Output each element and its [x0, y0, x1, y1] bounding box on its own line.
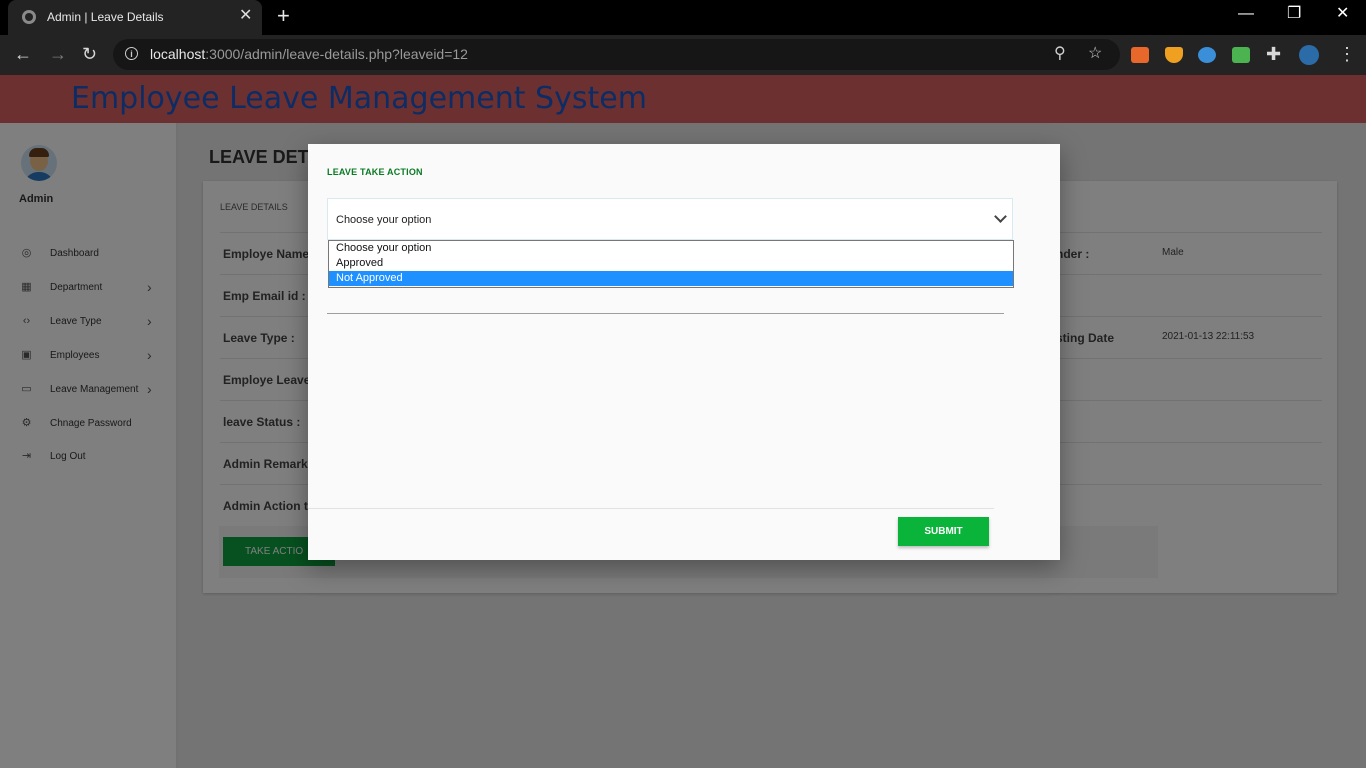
window-close-icon[interactable]: ✕	[1336, 4, 1349, 24]
site-info-icon[interactable]: i	[125, 47, 138, 60]
address-bar[interactable]: i localhost:3000/admin/leave-details.php…	[113, 39, 1120, 70]
minimize-icon[interactable]: —	[1238, 4, 1254, 24]
close-tab-icon[interactable]: ✕	[239, 8, 252, 24]
profile-avatar-icon[interactable]	[1299, 45, 1319, 65]
globe-icon	[22, 10, 36, 24]
option-not-approved[interactable]: Not Approved	[329, 271, 1013, 286]
select-value: Choose your option	[336, 214, 432, 226]
chevron-down-icon	[994, 210, 1007, 223]
status-dropdown-list: Choose your option Approved Not Approved	[328, 240, 1014, 288]
status-select[interactable]: Choose your option	[327, 198, 1013, 240]
option-choose[interactable]: Choose your option	[329, 241, 1013, 256]
url-text: localhost:3000/admin/leave-details.php?l…	[150, 46, 468, 62]
tab-title: Admin | Leave Details	[47, 10, 164, 24]
option-approved[interactable]: Approved	[329, 256, 1013, 271]
modal-footer-divider	[308, 508, 994, 509]
extension-owl-icon[interactable]	[1198, 47, 1216, 63]
extension-grid-icon[interactable]	[1232, 47, 1250, 63]
submit-button[interactable]: SUBMIT	[898, 517, 989, 546]
description-textarea[interactable]	[327, 313, 1004, 314]
zoom-icon[interactable]: ⚲	[1054, 45, 1066, 63]
browser-tab[interactable]: Admin | Leave Details ✕	[8, 0, 262, 35]
back-icon[interactable]: ←	[14, 44, 32, 64]
reload-icon[interactable]: ↻	[82, 44, 97, 64]
extension-chart-icon[interactable]	[1131, 47, 1149, 63]
forward-icon[interactable]: →	[49, 44, 67, 64]
take-action-modal: LEAVE TAKE ACTION Choose your option Cho…	[308, 144, 1060, 560]
bookmark-star-icon[interactable]: ☆	[1088, 45, 1102, 63]
extension-shield-icon[interactable]	[1165, 47, 1183, 63]
menu-kebab-icon[interactable]: ⋮	[1338, 44, 1356, 64]
restore-icon[interactable]: ❐	[1287, 4, 1301, 24]
extensions-puzzle-icon[interactable]: ✚	[1266, 44, 1281, 64]
browser-tab-bar: Admin | Leave Details ✕ + — ❐ ✕	[0, 0, 1366, 35]
modal-title: LEAVE TAKE ACTION	[327, 167, 423, 177]
new-tab-icon[interactable]: +	[277, 5, 290, 27]
browser-toolbar: ← → ↻ i localhost:3000/admin/leave-detai…	[0, 35, 1366, 75]
